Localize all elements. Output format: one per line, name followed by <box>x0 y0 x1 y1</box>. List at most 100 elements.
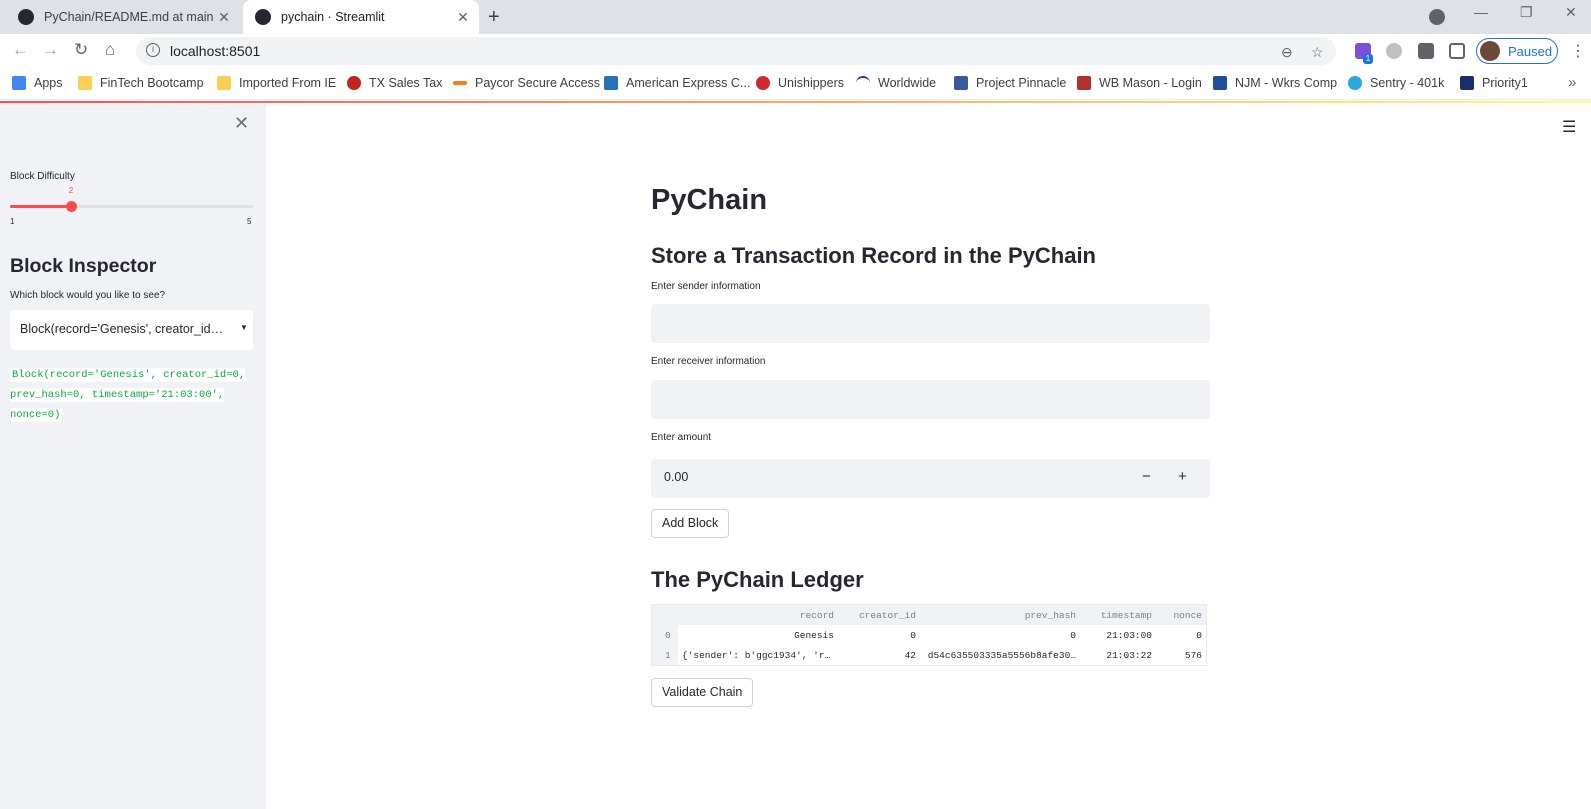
seal-icon <box>347 76 361 90</box>
row-index: 1 <box>652 645 678 665</box>
bookmarks-bar: Apps FinTech Bootcamp Imported From IE T… <box>0 68 1591 100</box>
cell-prev-hash[interactable]: d54c635503335a5556b8afe30… <box>924 650 1076 661</box>
add-block-button[interactable]: Add Block <box>651 509 730 538</box>
column-header-prev-hash[interactable]: prev_hash <box>924 610 1076 621</box>
swoosh-icon <box>856 76 870 90</box>
new-tab-button[interactable]: + <box>488 6 500 29</box>
validate-chain-button[interactable]: Validate Chain <box>651 678 754 707</box>
ledger-table[interactable]: record creator_id prev_hash timestamp no… <box>651 604 1207 666</box>
window-close-icon[interactable]: ✕ <box>1565 4 1577 21</box>
bookmark-imported-from-ie[interactable]: Imported From IE <box>217 76 336 90</box>
bookmark-tx-sales-tax[interactable]: TX Sales Tax <box>347 76 442 90</box>
block-select-value: Block(record='Genesis', creator_id=0, pr… <box>20 322 226 336</box>
tab-search-icon[interactable] <box>1429 9 1445 25</box>
tab-title: pychain · Streamlit <box>281 10 385 24</box>
store-transaction-heading: Store a Transaction Record in the PyChai… <box>651 243 1096 268</box>
block-inspector-heading: Block Inspector <box>10 255 157 277</box>
slider-fill <box>10 205 71 208</box>
receiver-input[interactable] <box>651 380 1210 419</box>
bookmark-paycor[interactable]: Paycor Secure Access <box>453 76 600 90</box>
restore-icon[interactable]: ❐ <box>1520 4 1533 21</box>
site-info-icon[interactable]: i <box>146 43 160 57</box>
cell-creator-id[interactable]: 42 <box>848 650 916 661</box>
profile-button[interactable]: Paused <box>1476 38 1558 64</box>
slider-thumb[interactable] <box>65 201 77 212</box>
column-header-creator-id[interactable]: creator_id <box>848 610 916 621</box>
sender-input[interactable] <box>651 304 1210 343</box>
browser-tab-bar: PyChain/README.md at main · G ✕ pychain … <box>0 0 1591 34</box>
profile-status: Paused <box>1508 43 1553 59</box>
forward-icon[interactable]: → <box>42 40 59 60</box>
chrome-menu-icon[interactable]: ⋮ <box>1570 41 1586 61</box>
bookmark-project-pinnacle[interactable]: Project Pinnacle <box>954 76 1066 90</box>
cell-nonce[interactable]: 0 <box>1162 630 1202 641</box>
bookmark-apps[interactable]: Apps <box>12 76 63 90</box>
bookmark-worldwide[interactable]: Worldwide <box>856 76 936 90</box>
page-title: PyChain <box>651 184 768 216</box>
priority-icon <box>1460 76 1474 90</box>
amount-input[interactable]: 0.00 − + <box>651 459 1210 498</box>
main-menu-icon[interactable]: ☰ <box>1562 117 1576 137</box>
cell-record[interactable]: Genesis <box>682 630 834 641</box>
bookmark-star-icon[interactable]: ☆ <box>1311 44 1324 61</box>
close-icon[interactable]: ✕ <box>453 9 473 26</box>
bookmark-fintech-bootcamp[interactable]: FinTech Bootcamp <box>78 76 204 90</box>
folder-icon <box>78 76 92 90</box>
row-index: 0 <box>652 625 678 645</box>
njm-icon <box>1213 76 1227 90</box>
cell-timestamp[interactable]: 21:03:22 <box>1092 650 1152 661</box>
bookmark-american-express[interactable]: American Express C... <box>604 76 750 90</box>
apps-grid-icon <box>12 76 26 90</box>
slider-value-label: 2 <box>68 186 74 195</box>
tab-github-readme[interactable]: PyChain/README.md at main · G ✕ <box>8 0 240 34</box>
slider-min-label: 1 <box>10 217 15 226</box>
extension-badge: 1 <box>1363 54 1373 64</box>
address-bar[interactable]: i localhost:8501 ⊖ ☆ <box>136 37 1336 65</box>
cell-timestamp[interactable]: 21:03:00 <box>1092 630 1152 641</box>
puzzle-icon[interactable] <box>1418 43 1434 59</box>
cell-record[interactable]: {'sender': b'ggc1934', 'r… <box>682 650 834 661</box>
decrement-button[interactable]: − <box>1142 468 1151 485</box>
minimize-icon[interactable]: — <box>1474 4 1488 20</box>
amex-icon <box>604 76 618 90</box>
url-text[interactable]: localhost:8501 <box>170 43 260 59</box>
paycor-icon <box>453 81 467 85</box>
block-difficulty-slider[interactable] <box>10 201 253 212</box>
bookmark-unishippers[interactable]: Unishippers <box>756 76 844 90</box>
table-header: record creator_id prev_hash timestamp no… <box>652 605 1206 625</box>
column-header-timestamp[interactable]: timestamp <box>1092 610 1152 621</box>
bookmark-wb-mason[interactable]: WB Mason - Login <box>1077 76 1202 90</box>
close-sidebar-icon[interactable]: ✕ <box>234 113 249 134</box>
block-select[interactable]: Block(record='Genesis', creator_id=0, pr… <box>10 310 253 350</box>
tab-pychain-streamlit[interactable]: pychain · Streamlit ✕ <box>243 0 479 34</box>
code-text: Block(record='Genesis', creator_id=0, pr… <box>10 368 246 422</box>
bookmarks-overflow-icon[interactable]: » <box>1568 74 1576 91</box>
close-icon[interactable]: ✕ <box>214 9 234 26</box>
bookmark-priority1[interactable]: Priority1 <box>1460 76 1528 90</box>
browser-toolbar: ← → ↻ ⌂ i localhost:8501 ⊖ ☆ 1 Paused ⋮ <box>0 34 1591 68</box>
caret-down-icon: ▼ <box>240 323 248 332</box>
block-code-output: Block(record='Genesis', creator_id=0, pr… <box>10 365 253 425</box>
bookmark-njm[interactable]: NJM - Wkrs Comp <box>1213 76 1337 90</box>
home-icon[interactable]: ⌂ <box>105 40 115 60</box>
zoom-icon[interactable]: ⊖ <box>1281 44 1293 61</box>
cell-nonce[interactable]: 576 <box>1162 650 1202 661</box>
table-row: 1 {'sender': b'ggc1934', 'r… 42 d54c6355… <box>652 645 1206 665</box>
sentry-icon <box>1348 76 1362 90</box>
increment-button[interactable]: + <box>1178 468 1187 485</box>
extension-elephant-icon[interactable] <box>1386 43 1402 59</box>
cell-prev-hash[interactable]: 0 <box>924 630 1076 641</box>
back-icon[interactable]: ← <box>12 40 29 60</box>
sidebar: ✕ Block Difficulty 2 1 5 Block Inspector… <box>0 103 266 809</box>
side-panel-icon[interactable] <box>1449 43 1465 59</box>
slider-label: Block Difficulty <box>10 171 75 182</box>
github-icon <box>18 9 34 25</box>
sender-label: Enter sender information <box>651 281 761 292</box>
column-header-record[interactable]: record <box>682 610 834 621</box>
tab-title: PyChain/README.md at main · G <box>44 10 214 24</box>
reload-icon[interactable]: ↻ <box>74 40 88 60</box>
amount-value[interactable]: 0.00 <box>664 470 688 484</box>
bookmark-sentry[interactable]: Sentry - 401k <box>1348 76 1444 90</box>
cell-creator-id[interactable]: 0 <box>848 630 916 641</box>
column-header-nonce[interactable]: nonce <box>1162 610 1202 621</box>
